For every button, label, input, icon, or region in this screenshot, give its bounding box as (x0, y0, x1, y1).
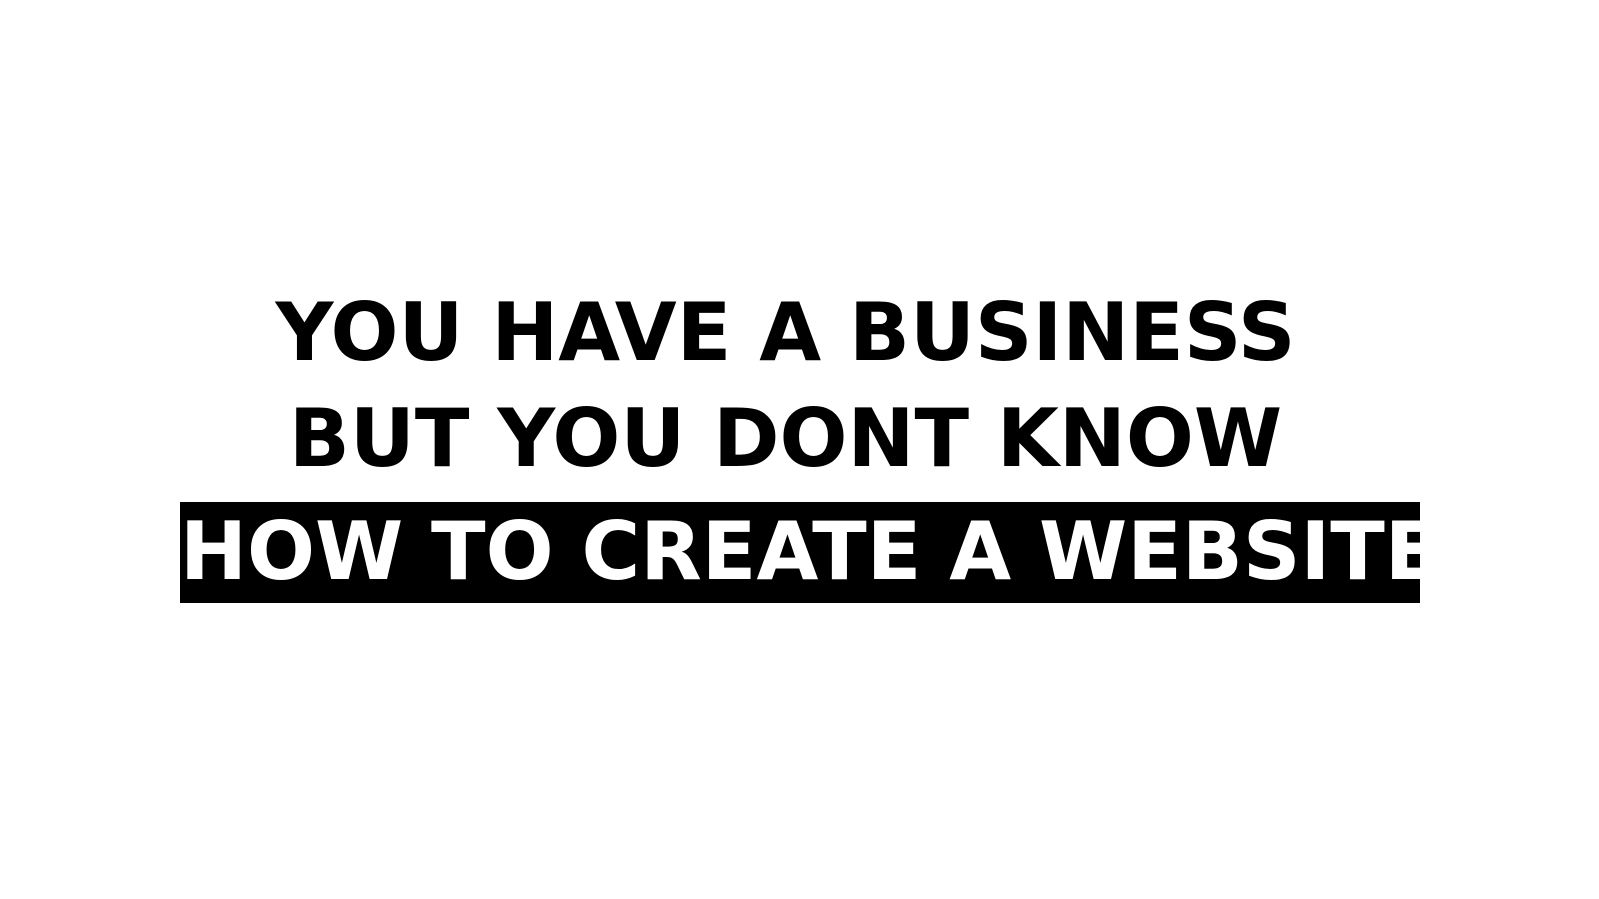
title-card: YOU HAVE A BUSINESS BUT YOU DONT KNOW HO… (0, 0, 1599, 899)
headline-line-1: YOU HAVE A BUSINESS (275, 286, 1296, 379)
headline-line-2: BUT YOU DONT KNOW (288, 392, 1283, 485)
headline-line-3-highlighted: HOW TO CREATE A WEBSITE (180, 505, 1440, 598)
